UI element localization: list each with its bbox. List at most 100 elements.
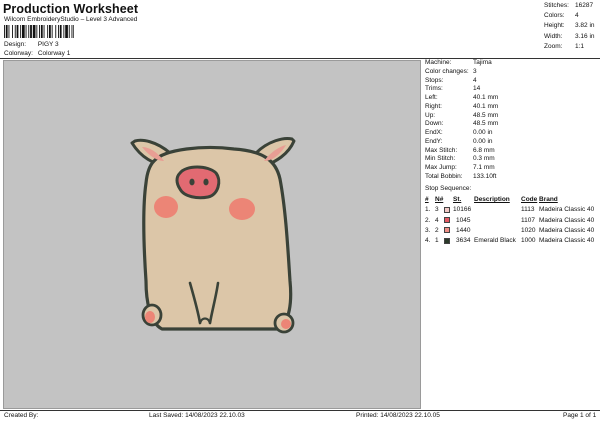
info-row: Trims: 14 — [425, 85, 597, 94]
page-title: Production Worksheet — [3, 2, 139, 16]
info-label: Total Bobbin: — [425, 172, 463, 180]
row-brand: Madeira Classic 40 — [539, 216, 595, 224]
summary-row: Colors: 4 — [544, 12, 600, 22]
info-row: Max Jump: 7.1 mm — [425, 164, 597, 173]
software-subtitle: Wilcom EmbroideryStudio – Level 3 Advanc… — [4, 16, 138, 23]
info-label: Stops: — [425, 76, 444, 84]
table-row: 4. 1 3634 Emerald Black 1000 Madeira Cla… — [425, 236, 599, 246]
info-value: 0.00 in — [473, 129, 493, 136]
info-value: 3 — [473, 67, 477, 75]
info-label: Left: — [425, 94, 438, 101]
machine-info-panel: Machine: Tajima Color changes: 3 Stops: 4 T… — [425, 59, 597, 182]
info-row: Down: 48.5 mm — [425, 120, 597, 129]
colorway-row: Colorway: Colorway 1 — [4, 50, 70, 57]
info-value: 7.1 mm — [473, 164, 495, 171]
design-row: Design: PIGY 3 — [4, 41, 59, 48]
row-stitches: 1045 — [456, 216, 471, 224]
table-header: # N# St. Description Code Brand — [425, 195, 599, 205]
info-row: EndY: 0.00 in — [425, 138, 597, 147]
info-row: Stops: 4 — [425, 77, 597, 86]
info-label: Min Stitch: — [425, 155, 456, 163]
colorway-value: Colorway 1 — [37, 50, 71, 57]
row-description: Emerald Black — [474, 237, 516, 245]
col-n-header: N# — [435, 196, 444, 203]
info-value: 48.5 mm — [473, 111, 499, 119]
info-value: 48.5 mm — [473, 120, 499, 128]
info-value: 40.1 mm — [473, 94, 499, 101]
row-code: 1107 — [521, 216, 535, 224]
info-row: Max Stitch: 6.8 mm — [425, 147, 597, 156]
row-stitches: 10166 — [453, 206, 472, 214]
info-row: Min Stitch: 0.3 mm — [425, 155, 597, 164]
color-swatch — [444, 206, 450, 213]
summary-label: Zoom: — [544, 42, 563, 50]
footer-divider — [0, 410, 600, 411]
table-row: 2. 4 1045 1107 Madeira Classic 40 — [425, 216, 599, 226]
summary-label: Height: — [544, 22, 565, 30]
barcode — [4, 25, 74, 38]
info-label: Up: — [425, 111, 436, 119]
row-needle: 4 — [435, 216, 439, 224]
info-value: 133.10ft — [473, 172, 497, 180]
row-stitches: 3634 — [456, 237, 471, 245]
info-value: 0.3 mm — [473, 155, 495, 163]
printed-date: Printed: 14/08/2023 22.10.05 — [356, 412, 440, 419]
info-label: EndY: — [425, 137, 443, 145]
summary-label: Stitches: — [544, 2, 569, 9]
info-value: 6.8 mm — [473, 146, 495, 154]
summary-value: 4 — [575, 12, 579, 20]
stop-sequence-table: # N# St. Description Code Brand 1. 3 101… — [425, 195, 599, 246]
color-swatch — [444, 227, 450, 234]
col-st-header: St. — [453, 196, 462, 203]
info-row: Up: 48.5 mm — [425, 112, 597, 121]
summary-value: 3.82 in — [575, 22, 595, 30]
info-label: Trims: — [425, 85, 443, 93]
info-label: Right: — [425, 102, 442, 110]
info-label: Color changes: — [425, 67, 469, 75]
row-code: 1000 — [521, 237, 536, 245]
summary-panel: Stitches: 16287 Colors: 4 Height: 3.82 in W… — [544, 2, 600, 53]
table-row: 1. 3 10166 1113 Madeira Classic 40 — [425, 205, 599, 215]
row-stitches: 1440 — [456, 226, 471, 234]
summary-value: 16287 — [575, 2, 594, 9]
col-brand-header: Brand — [539, 196, 558, 203]
color-swatch — [444, 237, 450, 244]
stop-sequence-title: Stop Sequence: — [425, 185, 472, 192]
row-needle: 1 — [435, 237, 439, 245]
info-value: Tajima — [473, 59, 492, 66]
design-value: PIGY 3 — [37, 41, 59, 48]
row-needle: 3 — [435, 206, 439, 214]
row-num: 3. — [425, 226, 431, 234]
row-brand: Madeira Classic 40 — [539, 226, 595, 234]
info-label: Max Jump: — [425, 164, 457, 171]
row-needle: 2 — [435, 226, 439, 234]
design-preview — [3, 60, 421, 409]
summary-row: Zoom: 1:1 — [544, 43, 600, 53]
row-num: 4. — [425, 237, 431, 245]
created-by: Created By: — [4, 412, 39, 419]
col-desc-header: Description — [474, 196, 510, 203]
summary-row: Width: 3.16 in — [544, 33, 600, 43]
row-code: 1020 — [521, 226, 536, 234]
info-label: Max Stitch: — [425, 146, 458, 154]
row-num: 2. — [425, 216, 431, 224]
col-num-header: # — [425, 196, 429, 203]
row-code: 1113 — [521, 206, 535, 214]
summary-label: Width: — [544, 32, 563, 40]
info-row: Right: 40.1 mm — [425, 103, 597, 112]
info-row: Color changes: 3 — [425, 68, 597, 77]
summary-row: Height: 3.82 in — [544, 22, 600, 32]
table-row: 3. 2 1440 1020 Madeira Classic 40 — [425, 226, 599, 236]
worksheet-page: Production Worksheet Wilcom EmbroiderySt… — [0, 0, 600, 424]
info-label: Machine: — [425, 59, 452, 66]
summary-value: 3.16 in — [575, 32, 595, 40]
colorway-label: Colorway: — [4, 50, 33, 57]
info-value: 0.00 in — [473, 137, 493, 145]
summary-row: Stitches: 16287 — [544, 2, 600, 12]
color-swatch — [444, 217, 450, 224]
last-saved: Last Saved: 14/08/2023 22.10.03 — [149, 412, 245, 419]
design-label: Design: — [4, 41, 27, 48]
info-row: Total Bobbin: 133.10ft — [425, 173, 597, 182]
col-code-header: Code — [521, 196, 538, 203]
info-value: 4 — [473, 76, 477, 84]
